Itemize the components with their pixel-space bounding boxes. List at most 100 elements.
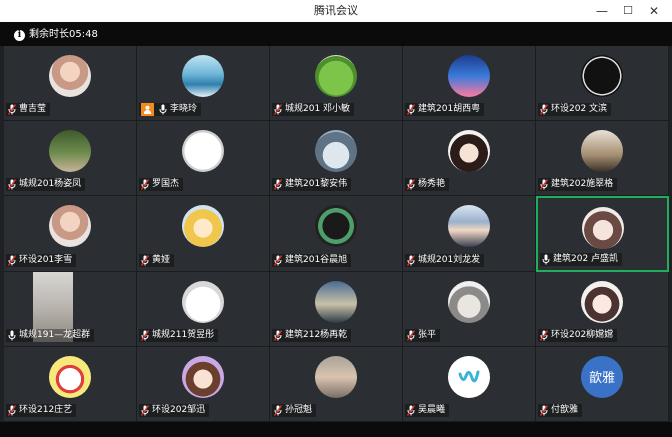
participant-tile[interactable]: 环设202柳嫦嫦	[536, 271, 669, 347]
participant-tile[interactable]: 环设212庄艺	[4, 346, 137, 422]
participant-name-bar: 建筑212杨再乾	[272, 328, 352, 342]
sketch-bear-icon	[182, 280, 224, 323]
participant-name-bar: 城规211贺昱彤	[139, 328, 219, 342]
wave-icon	[182, 55, 224, 97]
participant-tile[interactable]: 城规211贺昱彤	[137, 271, 270, 347]
participant-tile[interactable]: 城规201刘龙发	[403, 196, 536, 272]
mic-muted-icon	[273, 104, 283, 116]
anime-boy-icon	[581, 207, 624, 250]
participant-name: 城规191—龙超群	[19, 329, 91, 340]
participant-name: 李晓玲	[170, 104, 198, 115]
mic-muted-icon	[539, 104, 549, 116]
anime-girl-icon	[448, 130, 490, 173]
participant-grid: 曹吉莹 李晓玲 城规201 邓小敏 建筑201胡西粤 环设202 文滨城规201杨姿凤 罗…	[4, 46, 669, 422]
participant-tile[interactable]: 建筑201谷晨旭	[270, 196, 403, 272]
participant-tile[interactable]: 城规191—龙超群	[4, 271, 137, 347]
participant-name: 建筑212杨再乾	[285, 329, 348, 340]
participant-name: 环设202邹迅	[152, 404, 206, 415]
participant-name: 建筑202施翠格	[551, 179, 614, 190]
participant-name: 城规201杨姿凤	[19, 179, 82, 190]
mic-muted-icon	[273, 179, 283, 191]
participant-name-bar: 环设201李雪	[6, 253, 77, 267]
participant-name: 杨秀艳	[418, 179, 446, 190]
participant-name-bar: 孙冠魁	[272, 403, 317, 417]
participant-name-bar: 罗国杰	[139, 178, 184, 192]
sketch-face-icon	[182, 130, 224, 173]
mic-muted-icon	[140, 405, 150, 416]
participant-tile[interactable]: 罗国杰	[137, 121, 270, 197]
anime-girl-white-icon	[581, 280, 623, 323]
participant-name-bar: 环设202 文滨	[538, 103, 612, 117]
mic-muted-icon	[539, 329, 549, 341]
hand-icon	[448, 280, 490, 323]
participant-tile[interactable]: 建筑202 卢盛凯	[536, 196, 669, 272]
minimize-button[interactable]: —	[590, 0, 614, 22]
participant-tile[interactable]: 张平	[403, 271, 536, 347]
mic-icon	[159, 104, 167, 115]
participant-tile[interactable]: 吴晨曦	[403, 346, 536, 422]
participant-name-bar: 曹吉莹	[6, 103, 51, 117]
participant-name: 曹吉莹	[19, 104, 47, 115]
participant-tile[interactable]: 杨秀艳	[403, 121, 536, 197]
drink-icon	[448, 55, 490, 97]
participant-name-bar: 环设202柳嫦嫦	[538, 328, 618, 342]
participant-name: 张平	[418, 329, 437, 340]
info-icon: i	[14, 29, 25, 41]
window-titlebar: 腾讯会议 — ☐ ✕	[0, 0, 672, 22]
mic-muted-icon	[7, 405, 17, 416]
mic-muted-icon	[7, 179, 17, 191]
mic-muted-icon	[140, 254, 150, 266]
participant-name-bar: 城规201杨姿凤	[6, 178, 86, 192]
mic-muted-icon	[406, 254, 416, 266]
participant-tile[interactable]: 孙冠魁	[270, 346, 403, 422]
participant-tile[interactable]: 黄娅	[137, 196, 270, 272]
participant-name: 环设212庄艺	[19, 404, 73, 415]
participant-name: 城规201 邓小敏	[285, 104, 351, 115]
remaining-time-indicator[interactable]: i 剩余时长05:48	[14, 28, 98, 42]
mic-muted-icon	[406, 104, 416, 116]
participant-tile[interactable]: 建筑202施翠格	[536, 121, 669, 197]
maximize-button[interactable]: ☐	[616, 0, 640, 22]
participant-name: 罗国杰	[152, 179, 180, 190]
participant-name-bar: 城规201 邓小敏	[272, 103, 355, 117]
participant-tile[interactable]: 城规201 邓小敏	[270, 46, 403, 122]
participant-name-bar: 吴晨曦	[405, 403, 450, 417]
participant-tile[interactable]: 环设202邹迅	[137, 346, 270, 422]
participant-tile[interactable]: 建筑212杨再乾	[270, 271, 403, 347]
participant-name-bar: 建筑201黎安伟	[272, 178, 352, 192]
participant-name: 环设202 文滨	[551, 104, 608, 115]
photo-girl-icon	[49, 55, 91, 97]
participant-tile[interactable]: 建筑201黎安伟	[270, 121, 403, 197]
participant-name-bar: 城规201刘龙发	[405, 253, 485, 267]
participant-tile[interactable]: 环设201李雪	[4, 196, 137, 272]
w-logo-icon	[448, 355, 490, 398]
participant-name: 建筑201谷晨旭	[285, 254, 348, 265]
tree-girl-icon	[49, 130, 91, 173]
participant-name-bar: 黄娅	[139, 253, 175, 267]
avatar-initials: 歆雅	[588, 371, 615, 387]
participant-name: 黄娅	[152, 254, 171, 265]
mic-muted-icon	[140, 329, 150, 341]
participant-name-bar: 建筑202 卢盛凯	[540, 252, 623, 266]
participant-tile[interactable]: 环设202 文滨	[536, 46, 669, 122]
sunset-couple-icon	[315, 280, 357, 323]
participant-tile[interactable]: 李晓玲	[137, 46, 270, 122]
anime-blonde-icon	[182, 205, 224, 248]
mic-muted-icon	[7, 254, 17, 266]
window-title: 腾讯会议	[314, 4, 358, 17]
participant-tile[interactable]: 城规201杨姿凤	[4, 121, 137, 197]
participant-name: 建筑201黎安伟	[285, 179, 348, 190]
close-button[interactable]: ✕	[642, 0, 666, 22]
participant-tile[interactable]: 建筑201胡西粤	[403, 46, 536, 122]
mic-muted-icon	[406, 179, 416, 191]
mic-muted-icon	[539, 179, 549, 191]
photo-girl-icon	[49, 205, 91, 248]
participant-tile[interactable]: 歆雅 付歆雅	[536, 346, 669, 422]
frog-icon	[315, 55, 357, 97]
participant-name: 建筑202 卢盛凯	[553, 253, 619, 264]
mic-muted-icon	[539, 405, 549, 416]
hello-kitty-icon	[49, 355, 91, 398]
portrait-boy-icon	[315, 355, 357, 398]
participant-tile[interactable]: 曹吉莹	[4, 46, 137, 122]
portrait-man-icon	[448, 205, 490, 248]
